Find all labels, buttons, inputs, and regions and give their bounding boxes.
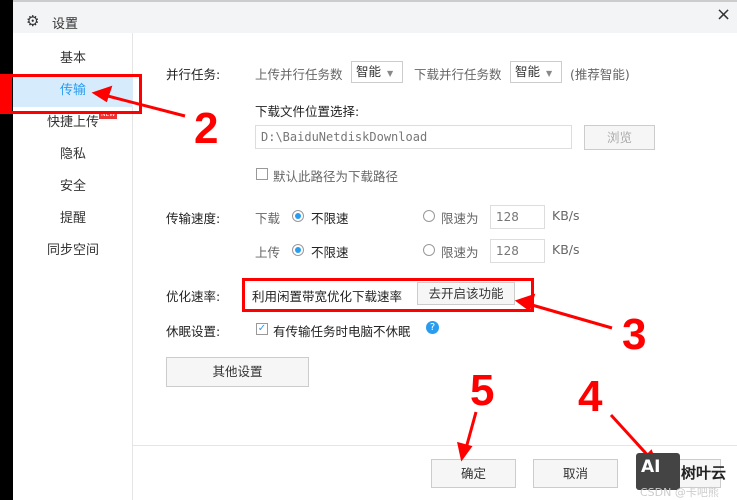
watermark-brand: 树叶云 [681,464,727,482]
watermark-credit: CSDN @卡吧熊 [640,486,719,499]
annotation-number-2: 2 [194,104,219,153]
annotation-number-4: 4 [578,372,603,421]
annotation-arrows [91,85,659,468]
annotation-number-3: 3 [622,310,647,359]
annotation-number-5: 5 [470,366,495,415]
